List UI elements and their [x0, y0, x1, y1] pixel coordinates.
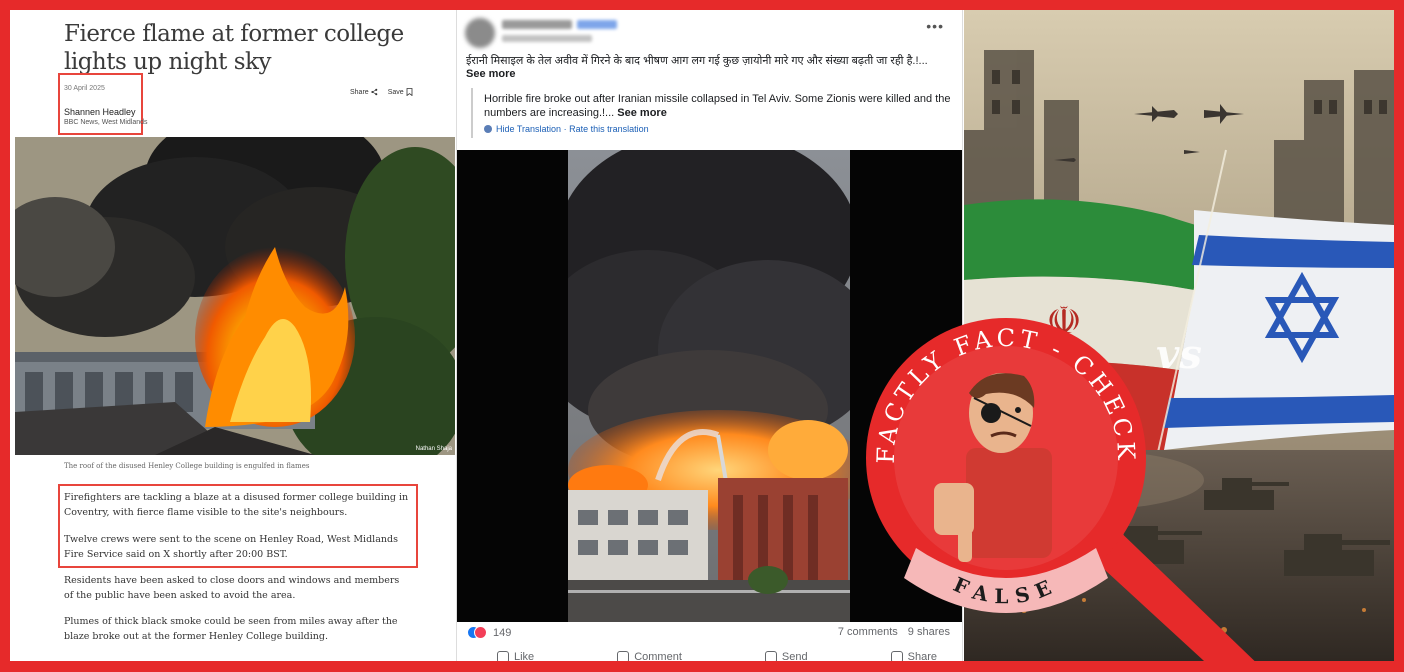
translation-see-more-link[interactable]: See more — [617, 107, 667, 119]
article-actions: Share Save — [350, 88, 413, 96]
article-paragraph: Twelve crews were sent to the scene on H… — [64, 534, 398, 560]
post-text: ईरानी मिसाइल के तेल अवीव में गिरने के बा… — [466, 55, 928, 67]
article-author[interactable]: Shannen Headley — [64, 107, 136, 117]
share-icon — [371, 88, 377, 96]
translation-links: Hide Translation · Rate this translation — [484, 124, 649, 134]
rate-translation-link[interactable]: Rate this translation — [569, 124, 649, 134]
photo-credit: Nathan Shaja — [415, 446, 452, 452]
see-more-link[interactable]: See more — [466, 68, 516, 80]
article-paragraph: Firefighters are tackling a blaze at a d… — [64, 492, 409, 518]
article-date: 30 April 2025 — [64, 85, 105, 92]
red-frame-right — [1394, 0, 1404, 672]
save-button[interactable]: Save — [388, 88, 413, 96]
messenger-icon — [764, 651, 777, 661]
blurred-timestamp — [502, 35, 592, 42]
factly-fact-check-badge: FACTLY FACT - CHECK FALSE — [866, 318, 1266, 672]
translate-gear-icon — [484, 125, 492, 133]
translation-bar — [471, 88, 473, 138]
share-button[interactable]: Share — [350, 88, 378, 96]
send-label: Send — [781, 651, 808, 661]
love-reaction-icon — [474, 626, 487, 639]
like-button[interactable]: Like — [497, 651, 534, 661]
hide-translation-link[interactable]: Hide Translation — [496, 124, 561, 134]
bbc-article-screenshot: Fierce flame at former college lights up… — [10, 10, 456, 661]
fire-photo: Nathan Shaja — [15, 137, 455, 455]
article-organization: BBC News, West Midlands — [64, 119, 148, 126]
blurred-user-name[interactable] — [502, 20, 572, 29]
separator: · — [563, 124, 567, 134]
send-button[interactable]: Send — [764, 651, 808, 661]
video-frame — [568, 150, 850, 622]
avatar[interactable] — [465, 18, 495, 48]
comment-button[interactable]: Comment — [617, 651, 682, 661]
red-frame-top — [0, 0, 1404, 10]
reaction-count: 149 — [493, 626, 512, 639]
comment-label: Comment — [634, 651, 682, 661]
thumbs-up-icon — [497, 651, 509, 661]
follow-button[interactable] — [577, 20, 617, 29]
photo-caption: The roof of the disused Henley College b… — [64, 462, 310, 470]
more-options-icon[interactable]: ••• — [926, 18, 944, 34]
translation-body: Horrible fire broke out after Iranian mi… — [484, 93, 951, 119]
article-paragraph: Plumes of thick black smoke could be see… — [64, 616, 398, 642]
red-frame-left — [0, 0, 10, 672]
article-title: Fierce flame at former college lights up… — [64, 21, 404, 75]
translation-text: Horrible fire broke out after Iranian mi… — [484, 92, 954, 120]
share-label: Share — [350, 88, 369, 96]
save-label: Save — [387, 88, 404, 96]
red-frame-bottom — [0, 661, 1404, 672]
reactions-summary[interactable]: 149 — [467, 626, 511, 639]
fire-photo-illustration — [15, 137, 455, 455]
like-label: Like — [514, 651, 535, 661]
video-frame-illustration — [568, 150, 850, 622]
article-paragraph: Residents have been asked to close doors… — [64, 575, 400, 601]
comment-icon — [617, 651, 630, 661]
bookmark-icon — [406, 88, 413, 96]
